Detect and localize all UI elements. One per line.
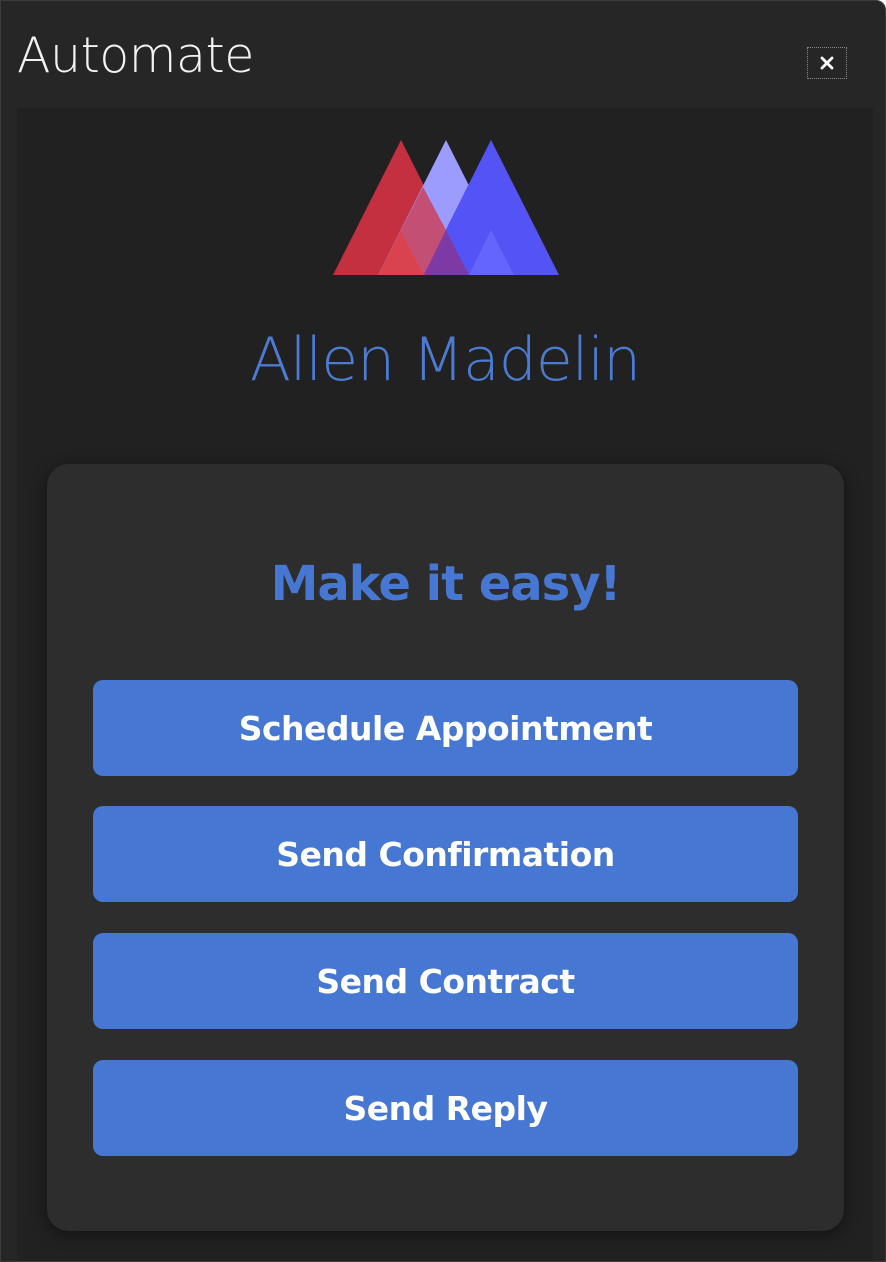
close-button[interactable]	[807, 47, 847, 79]
brand-name: Allen Madelin	[249, 325, 641, 395]
title-bar: Automate	[1, 1, 885, 107]
triple-mountain-logo	[333, 140, 559, 275]
schedule-appointment-button[interactable]: Schedule Appointment	[93, 680, 798, 776]
main-content: Allen Madelin Make it easy! Schedule App…	[17, 108, 873, 1261]
send-contract-button[interactable]: Send Contract	[93, 933, 798, 1029]
close-icon	[820, 56, 834, 70]
send-reply-button[interactable]: Send Reply	[93, 1060, 798, 1156]
card-heading: Make it easy!	[270, 556, 622, 612]
app-window: Automate Allen Madelin Make it easy! Sch…	[0, 0, 886, 1262]
action-card: Make it easy! Schedule Appointment Send …	[47, 464, 844, 1231]
send-confirmation-button[interactable]: Send Confirmation	[93, 806, 798, 902]
window-title: Automate	[17, 27, 254, 84]
